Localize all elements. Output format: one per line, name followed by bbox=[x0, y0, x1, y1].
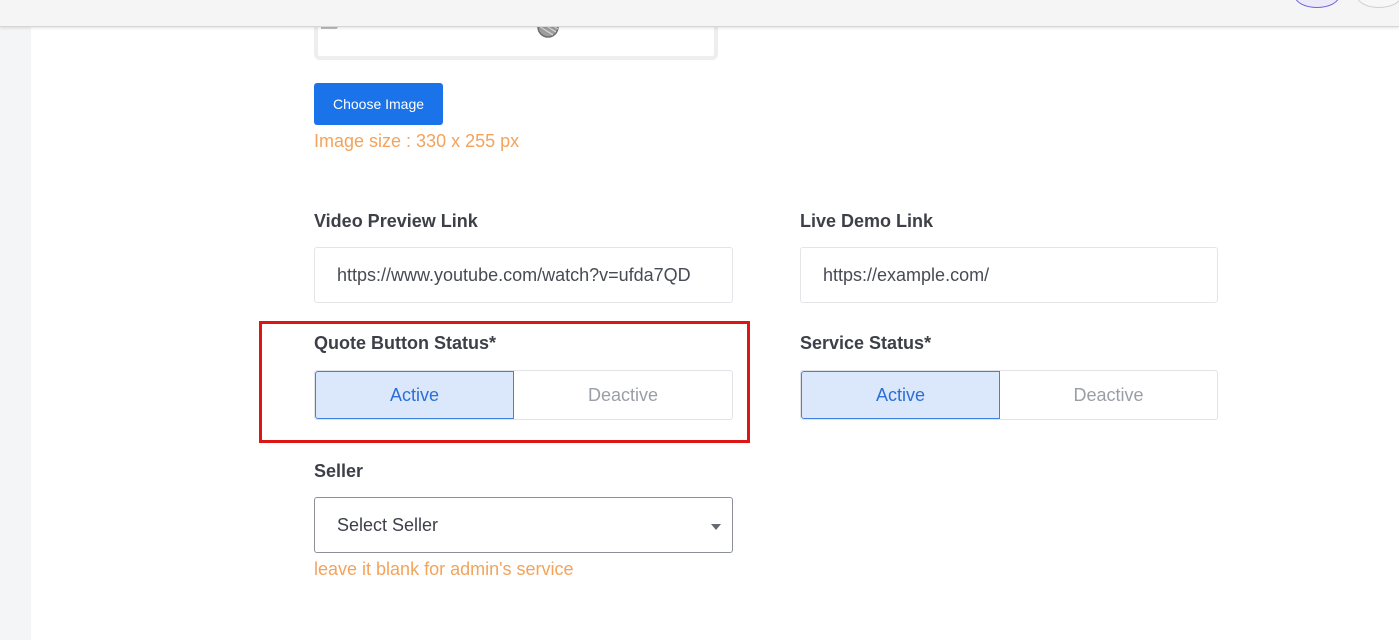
top-bar bbox=[0, 0, 1399, 27]
live-demo-label: Live Demo Link bbox=[800, 211, 934, 231]
quote-status-active-option[interactable]: Active bbox=[315, 371, 514, 419]
service-status-toggle: Active Deactive bbox=[800, 370, 1218, 420]
left-gutter bbox=[0, 0, 31, 640]
service-status-active-option[interactable]: Active bbox=[801, 371, 1000, 419]
live-demo-input[interactable] bbox=[800, 247, 1218, 303]
seller-label: Seller bbox=[314, 461, 364, 481]
quote-status-deactive-option[interactable]: Deactive bbox=[514, 371, 732, 419]
service-status-deactive-option[interactable]: Deactive bbox=[1000, 371, 1217, 419]
quote-button-status-label: Quote Button Status* bbox=[314, 333, 496, 353]
choose-image-button[interactable]: Choose Image bbox=[314, 83, 443, 125]
seller-select[interactable]: Select Seller bbox=[314, 497, 733, 553]
video-preview-label: Video Preview Link bbox=[314, 211, 478, 231]
quote-button-status-toggle: Active Deactive bbox=[314, 370, 733, 420]
notification-icon[interactable] bbox=[1356, 0, 1399, 8]
user-avatar[interactable] bbox=[1294, 0, 1340, 8]
video-preview-input[interactable] bbox=[314, 247, 733, 303]
image-size-hint: Image size : 330 x 255 px bbox=[314, 131, 520, 151]
chevron-down-icon bbox=[711, 524, 721, 530]
seller-hint: leave it blank for admin's service bbox=[314, 559, 574, 579]
service-status-label: Service Status* bbox=[800, 333, 932, 353]
seller-select-value: Select Seller bbox=[337, 515, 439, 535]
